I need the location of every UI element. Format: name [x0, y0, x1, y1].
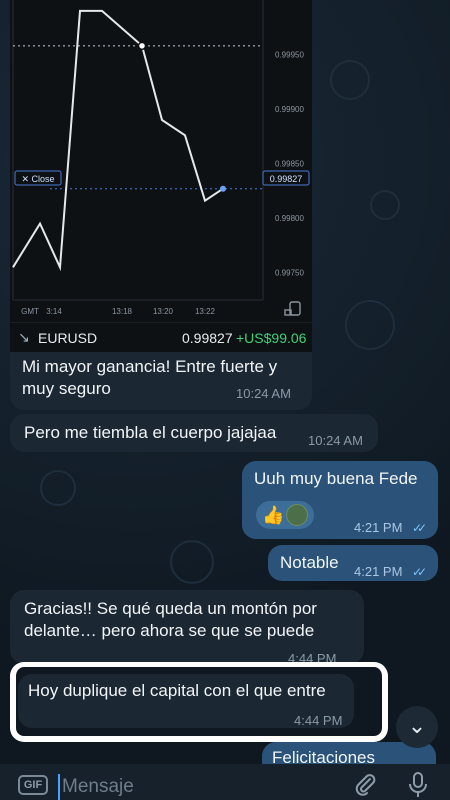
message-text: Gracias!! Se qué queda un montón por del…: [24, 599, 317, 640]
thumbs-up-icon: 👍: [262, 505, 285, 525]
doodle-decoration: [330, 60, 370, 100]
highlight-annotation: [10, 662, 388, 742]
current-price-tag-text: 0.99827: [270, 174, 303, 184]
trading-chart[interactable]: 0.99950 0.99900 0.99850 0.99800 0.99750 GMT 3…: [10, 0, 312, 322]
gif-button[interactable]: GIF: [18, 775, 48, 795]
chevron-down-icon: ⌄: [407, 713, 427, 738]
price-chart: 0.99950 0.99900 0.99850 0.99800 0.99750 GMT 3…: [12, 0, 310, 316]
current-price-tag: 0.99827: [262, 170, 310, 186]
microphone-icon[interactable]: [408, 772, 428, 798]
doodle-decoration: [370, 190, 400, 220]
close-button-label: ✕ Close: [21, 174, 54, 184]
price-axis-label: 0.99800: [275, 214, 304, 223]
time-axis-label: 13:18: [112, 307, 133, 316]
message-time: 10:24 AM: [236, 386, 291, 401]
price-axis-label: 0.99900: [275, 105, 304, 114]
price-axis-label: 0.99950: [275, 51, 304, 60]
message-composer: GIF: [0, 764, 450, 800]
price-axis-label: 0.99850: [275, 160, 304, 169]
ticker-row: ↘ EURUSD 0.99827 +US$99.06: [10, 322, 312, 352]
fullscreen-icon: [284, 301, 301, 316]
message-time: 4:21 PM: [354, 520, 403, 535]
message-text: Notable: [280, 553, 339, 572]
price-series-line: [12, 9, 224, 272]
read-receipt-icon: ✓✓: [412, 521, 427, 535]
message-text: Uuh muy buena Fede: [254, 469, 418, 488]
scroll-to-bottom-button[interactable]: ⌄: [396, 706, 438, 748]
reactor-avatar: [286, 504, 308, 526]
ticker-symbol: EURUSD: [38, 330, 98, 346]
message-time: 4:21 PM: [354, 564, 403, 579]
paperclip-icon[interactable]: [354, 772, 376, 796]
entry-point-marker: [137, 41, 147, 51]
price-axis-label: 0.99750: [275, 269, 304, 278]
time-axis-label: 13:22: [195, 307, 216, 316]
current-point-marker: [220, 185, 226, 192]
close-position-button: ✕ Close: [14, 170, 62, 186]
message-text: Pero me tiembla el cuerpo jajajaa: [24, 423, 277, 442]
message-time: 10:24 AM: [308, 433, 363, 448]
reaction-pill[interactable]: 👍: [256, 501, 314, 529]
time-axis-label: 3:14: [46, 307, 62, 316]
outgoing-message[interactable]: Notable 4:21 PM ✓✓: [268, 545, 438, 581]
read-receipt-icon: ✓✓: [412, 565, 427, 579]
outgoing-message[interactable]: Uuh muy buena Fede 👍 4:21 PM ✓✓: [242, 461, 438, 539]
incoming-message[interactable]: Pero me tiembla el cuerpo jajajaa 10:24 …: [10, 414, 378, 452]
doodle-decoration: [40, 470, 76, 506]
time-axis-label: 13:20: [153, 307, 174, 316]
chart-image-message[interactable]: 0.99950 0.99900 0.99850 0.99800 0.99750 GMT 3…: [10, 0, 312, 410]
doodle-decoration: [170, 540, 214, 584]
message-input[interactable]: [58, 774, 328, 800]
doodle-decoration: [345, 300, 395, 350]
trend-down-icon: ↘: [18, 329, 30, 345]
time-axis-label: GMT: [21, 307, 39, 316]
ticker-price: 0.99827: [182, 330, 233, 346]
incoming-message[interactable]: Gracias!! Se qué queda un montón por del…: [10, 590, 364, 666]
ticker-gain: +US$99.06: [236, 330, 307, 346]
